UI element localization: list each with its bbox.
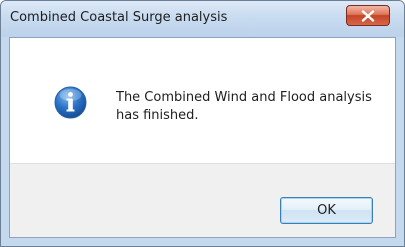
dialog-content: The Combined Wind and Flood analysis has… bbox=[9, 37, 396, 238]
close-button[interactable] bbox=[346, 5, 390, 26]
title-bar[interactable]: Combined Coastal Surge analysis bbox=[1, 1, 404, 37]
window-title: Combined Coastal Surge analysis bbox=[10, 10, 228, 25]
message-text: The Combined Wind and Flood analysis has… bbox=[116, 90, 372, 123]
button-bar: OK bbox=[10, 163, 395, 237]
info-icon bbox=[54, 86, 87, 119]
message-dialog: Combined Coastal Surge analysis The Comb… bbox=[0, 0, 405, 247]
close-icon bbox=[361, 10, 375, 22]
ok-button[interactable]: OK bbox=[280, 197, 373, 224]
